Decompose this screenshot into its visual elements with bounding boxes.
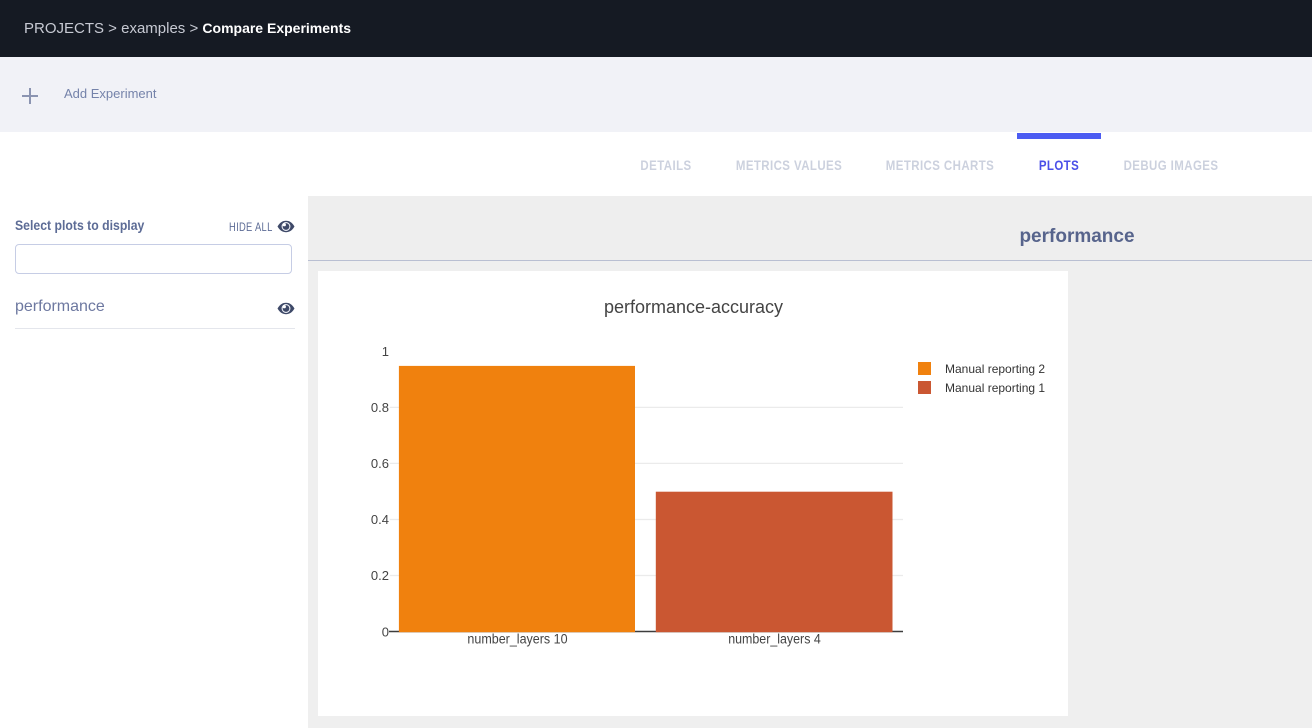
svg-text:0.6: 0.6 (371, 456, 389, 471)
svg-text:1: 1 (382, 344, 389, 359)
svg-text:performance-accuracy: performance-accuracy (604, 297, 783, 317)
svg-text:number_layers 4: number_layers 4 (728, 632, 821, 647)
svg-text:Manual reporting 1: Manual reporting 1 (945, 381, 1045, 395)
svg-text:Manual reporting 2: Manual reporting 2 (945, 362, 1045, 376)
svg-text:0.4: 0.4 (371, 512, 389, 527)
svg-text:0: 0 (382, 624, 389, 639)
svg-text:0.8: 0.8 (371, 400, 389, 415)
svg-text:0.2: 0.2 (371, 568, 389, 583)
svg-text:number_layers 10: number_layers 10 (467, 632, 567, 647)
